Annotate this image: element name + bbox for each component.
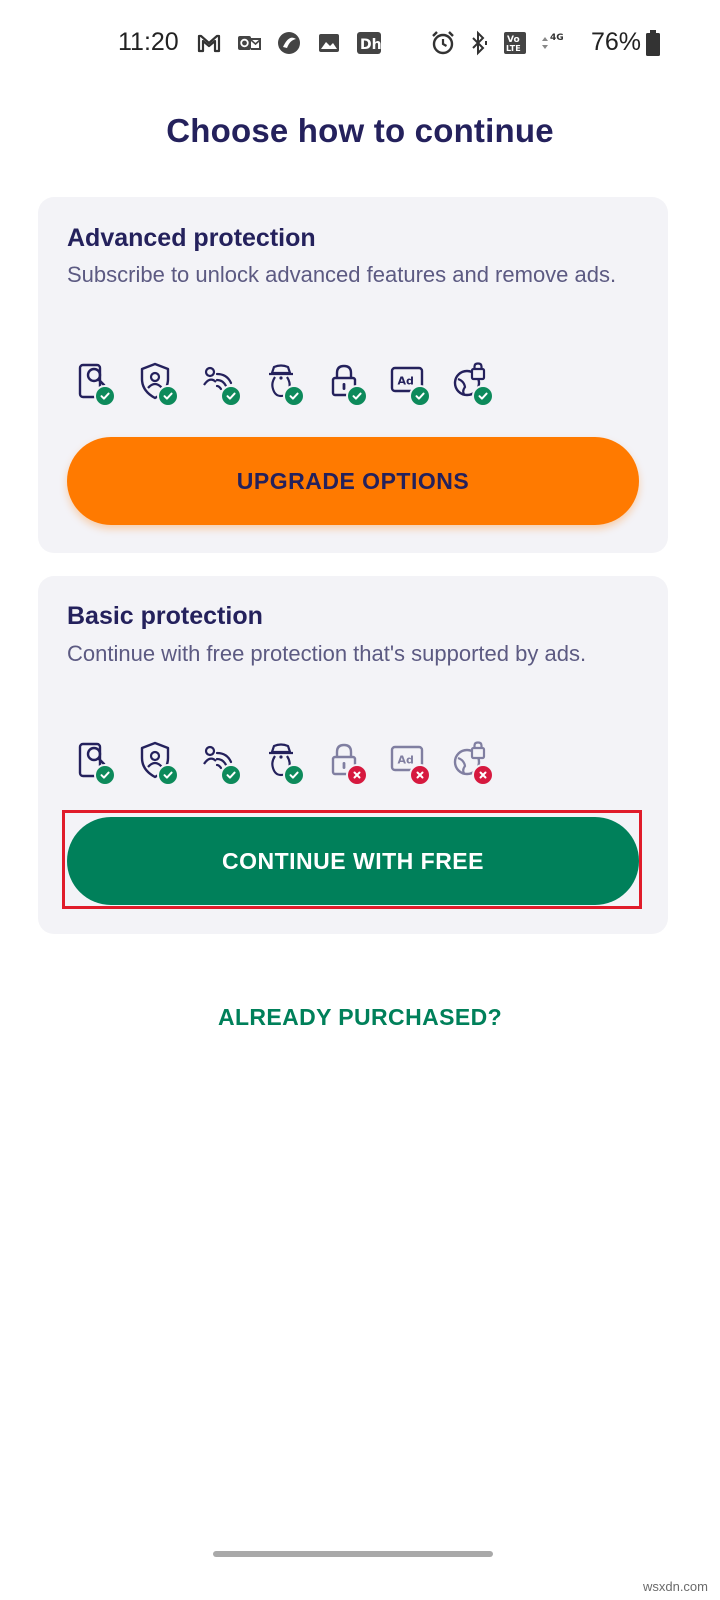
- page-title: Choose how to continue: [166, 112, 554, 149]
- advanced-protection-title: Advanced protection: [67, 224, 316, 252]
- wifi-security-icon: [200, 740, 242, 786]
- battery-icon: [646, 30, 660, 56]
- app-lock-icon: [326, 740, 368, 786]
- basic-protection-description: Continue with free protection that's sup…: [67, 641, 587, 666]
- excluded-cross-icon: [409, 764, 431, 786]
- app-icon: [276, 30, 302, 56]
- 4g-signal-icon: 4G: [538, 30, 564, 56]
- svg-text:4G: 4G: [550, 33, 564, 43]
- included-check-icon: [472, 385, 494, 407]
- advanced-feature-list: Ad: [74, 361, 494, 407]
- vpn-lock-icon: [452, 740, 494, 786]
- upgrade-options-button[interactable]: UPGRADE OPTIONS: [67, 437, 639, 525]
- svg-text:Dh: Dh: [360, 37, 382, 53]
- hotstar-icon: Dh: [356, 30, 382, 56]
- already-purchased-link[interactable]: ALREADY PURCHASED?: [0, 1004, 720, 1031]
- identity-shield-icon: [137, 740, 179, 786]
- included-check-icon: [157, 385, 179, 407]
- gallery-icon: [316, 30, 342, 56]
- included-check-icon: [220, 764, 242, 786]
- phone-scan-icon: [74, 740, 116, 786]
- no-ads-icon: Ad: [389, 361, 431, 407]
- included-check-icon: [157, 764, 179, 786]
- included-check-icon: [94, 764, 116, 786]
- anti-theft-icon: [263, 361, 305, 407]
- vpn-lock-icon: [452, 361, 494, 407]
- home-indicator[interactable]: [213, 1551, 493, 1557]
- anti-theft-icon: [263, 740, 305, 786]
- battery-percent: 76%: [591, 28, 642, 56]
- excluded-cross-icon: [346, 764, 368, 786]
- continue-with-free-button[interactable]: CONTINUE WITH FREE: [67, 817, 639, 905]
- status-bar: 11:20 Dh Vo LTE 4G 76%: [0, 0, 720, 90]
- included-check-icon: [94, 385, 116, 407]
- included-check-icon: [283, 385, 305, 407]
- wifi-security-icon: [200, 361, 242, 407]
- watermark: wsxdn.com: [642, 1579, 708, 1594]
- included-check-icon: [283, 764, 305, 786]
- app-lock-icon: [326, 361, 368, 407]
- outlook-icon: [236, 30, 262, 56]
- gmail-icon: [196, 30, 222, 56]
- bluetooth-icon: [466, 30, 492, 56]
- identity-shield-icon: [137, 361, 179, 407]
- basic-protection-card: Basic protection Continue with free prot…: [38, 576, 668, 934]
- included-check-icon: [409, 385, 431, 407]
- svg-text:Ad: Ad: [398, 375, 414, 388]
- excluded-cross-icon: [472, 764, 494, 786]
- basic-feature-list: Ad: [74, 740, 494, 786]
- included-check-icon: [220, 385, 242, 407]
- status-time: 11:20: [118, 28, 179, 56]
- svg-text:LTE: LTE: [506, 44, 521, 53]
- svg-text:Ad: Ad: [398, 754, 414, 767]
- included-check-icon: [346, 385, 368, 407]
- no-ads-icon: Ad: [389, 740, 431, 786]
- volte-icon: Vo LTE: [502, 30, 528, 56]
- advanced-protection-description: Subscribe to unlock advanced features an…: [67, 262, 617, 287]
- advanced-protection-card: Advanced protection Subscribe to unlock …: [38, 197, 668, 553]
- system-icons: Vo LTE 4G: [430, 30, 564, 56]
- alarm-icon: [430, 30, 456, 56]
- notification-icons: Dh: [196, 30, 382, 56]
- phone-scan-icon: [74, 361, 116, 407]
- basic-protection-title: Basic protection: [67, 602, 263, 630]
